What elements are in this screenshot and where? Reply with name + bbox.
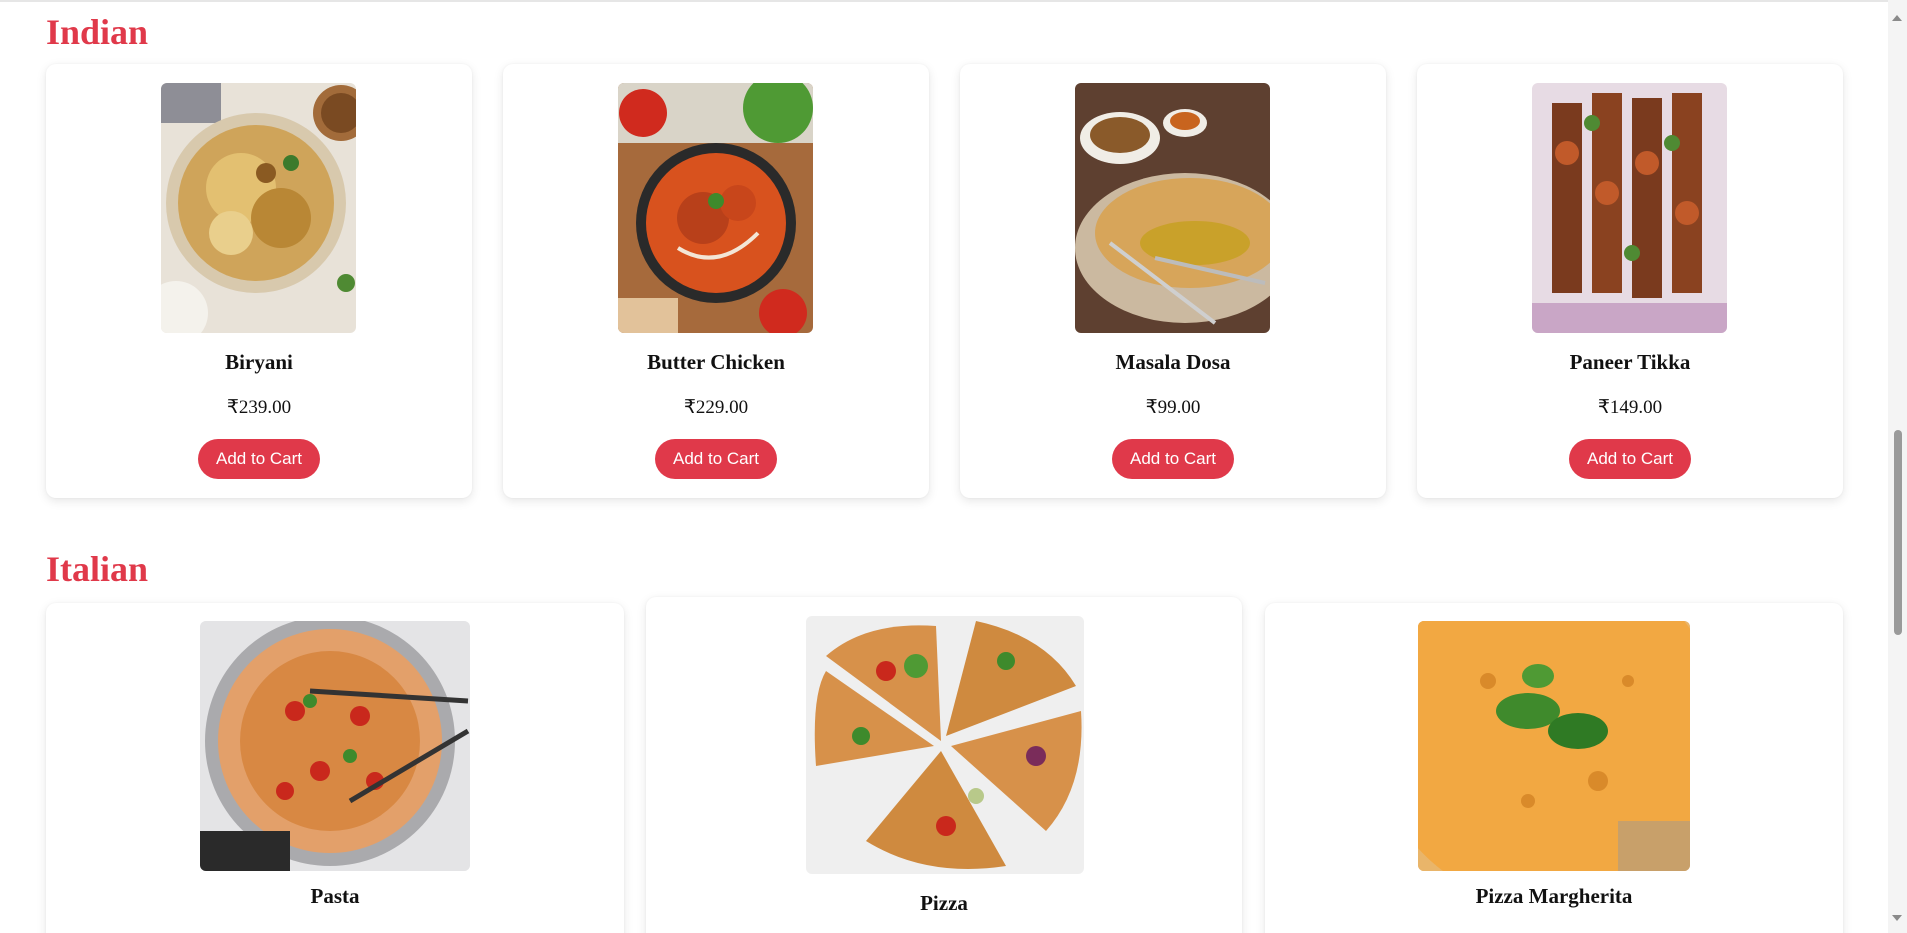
- vertical-scrollbar[interactable]: [1888, 0, 1907, 933]
- add-to-cart-button[interactable]: Add to Cart: [655, 439, 777, 479]
- item-price: ₹99.00: [1145, 397, 1201, 418]
- item-name: Biryani: [225, 350, 293, 374]
- masala-dosa-image: [1075, 83, 1270, 333]
- food-card-butter-chicken: Butter Chicken ₹229.00 Add to Cart: [503, 64, 929, 498]
- item-name: Butter Chicken: [647, 350, 785, 374]
- food-card-paneer-tikka: Paneer Tikka ₹149.00 Add to Cart: [1417, 64, 1843, 498]
- scrollbar-thumb[interactable]: [1894, 430, 1902, 635]
- item-price: ₹149.00: [1597, 397, 1663, 418]
- scroll-down-arrow-icon[interactable]: [1892, 915, 1902, 921]
- item-price: ₹229.00: [683, 397, 749, 418]
- item-name: Masala Dosa: [1115, 350, 1231, 374]
- section-title-italian: Italian: [46, 549, 149, 589]
- menu-page: Indian Biryani ₹239.00 Add to Cart Butte…: [0, 0, 1888, 933]
- butter-chicken-image: [618, 83, 813, 333]
- section-title-indian: Indian: [46, 12, 149, 52]
- food-card-pizza-margherita: Pizza Margherita: [1265, 603, 1843, 933]
- pizza-image: [806, 616, 1084, 874]
- food-card-pizza: Pizza: [646, 597, 1242, 933]
- add-to-cart-button[interactable]: Add to Cart: [1569, 439, 1691, 479]
- food-card-biryani: Biryani ₹239.00 Add to Cart: [46, 64, 472, 498]
- item-name: Pizza: [920, 891, 968, 915]
- item-price: ₹239.00: [226, 397, 292, 418]
- item-name: Paneer Tikka: [1569, 350, 1691, 374]
- item-name: Pasta: [310, 884, 360, 908]
- paneer-tikka-image: [1532, 83, 1727, 333]
- pasta-image: [200, 621, 470, 871]
- add-to-cart-button[interactable]: Add to Cart: [198, 439, 320, 479]
- pizza-margherita-image: [1418, 621, 1690, 871]
- scroll-up-arrow-icon[interactable]: [1892, 15, 1902, 21]
- item-name: Pizza Margherita: [1475, 884, 1633, 908]
- add-to-cart-button[interactable]: Add to Cart: [1112, 439, 1234, 479]
- food-card-masala-dosa: Masala Dosa ₹99.00 Add to Cart: [960, 64, 1386, 498]
- food-card-pasta: Pasta: [46, 603, 624, 933]
- biryani-image: [161, 83, 356, 333]
